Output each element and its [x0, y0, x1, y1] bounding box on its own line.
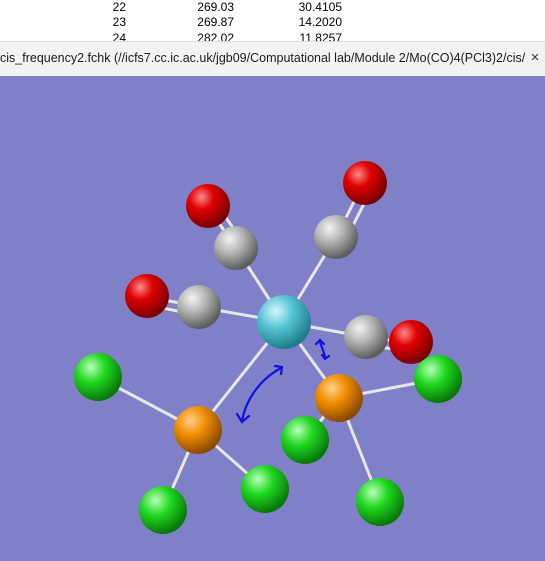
chlorine-atom: [241, 465, 289, 513]
mode-number: 23: [112, 15, 126, 29]
window-title: cis_frequency2.fchk (//icfs7.cc.ic.ac.uk…: [0, 51, 525, 65]
frequency-value: 269.87: [197, 15, 234, 29]
close-icon[interactable]: ×: [527, 50, 543, 66]
phosphorus-atom: [315, 374, 363, 422]
molybdenum-atom: [257, 295, 311, 349]
atoms: [74, 161, 462, 534]
chlorine-atom: [281, 416, 329, 464]
chlorine-atom: [74, 353, 122, 401]
chlorine-atom: [414, 355, 462, 403]
mode-number: 24: [112, 31, 126, 41]
displacement-arrows: [235, 338, 331, 424]
carbon-atom: [344, 315, 388, 359]
window-title-bar[interactable]: cis_frequency2.fchk (//icfs7.cc.ic.ac.uk…: [0, 41, 545, 77]
intensity-value: 14.2020: [298, 15, 342, 29]
oxygen-atom: [125, 274, 169, 318]
frequency-table: 22 269.03 30.4105 23 269.87 14.2020 24 2…: [0, 0, 545, 41]
frequency-value: 269.03: [197, 0, 234, 14]
oxygen-atom: [389, 320, 433, 364]
chlorine-atom: [356, 478, 404, 526]
oxygen-atom: [343, 161, 387, 205]
intensity-value: 30.4105: [298, 0, 342, 14]
phosphorus-atom: [174, 406, 222, 454]
mode-number: 22: [112, 0, 126, 14]
vibration-arrow-icon: [240, 366, 283, 423]
carbon-atom: [314, 215, 358, 259]
table-row[interactable]: 23 269.87 14.2020: [0, 15, 545, 29]
intensity-value: 11.8257: [299, 31, 343, 41]
molecule-viewport[interactable]: [0, 76, 545, 561]
table-row[interactable]: 22 269.03 30.4105: [0, 0, 545, 14]
carbon-atom: [214, 226, 258, 270]
oxygen-atom: [186, 184, 230, 228]
bonds: [96, 192, 440, 512]
molecule-canvas: [74, 161, 462, 534]
frequency-value: 282.02: [197, 31, 234, 41]
table-row[interactable]: 24 282.02 11.8257: [0, 31, 545, 41]
chlorine-atom: [139, 486, 187, 534]
carbon-atom: [177, 285, 221, 329]
